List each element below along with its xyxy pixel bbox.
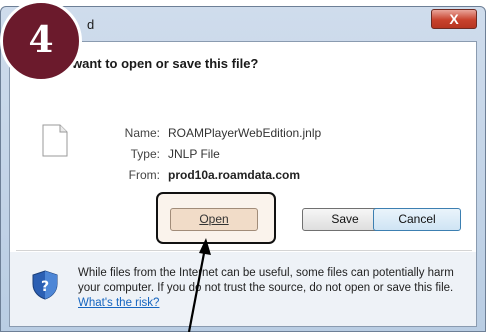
arrow-icon xyxy=(187,238,211,332)
